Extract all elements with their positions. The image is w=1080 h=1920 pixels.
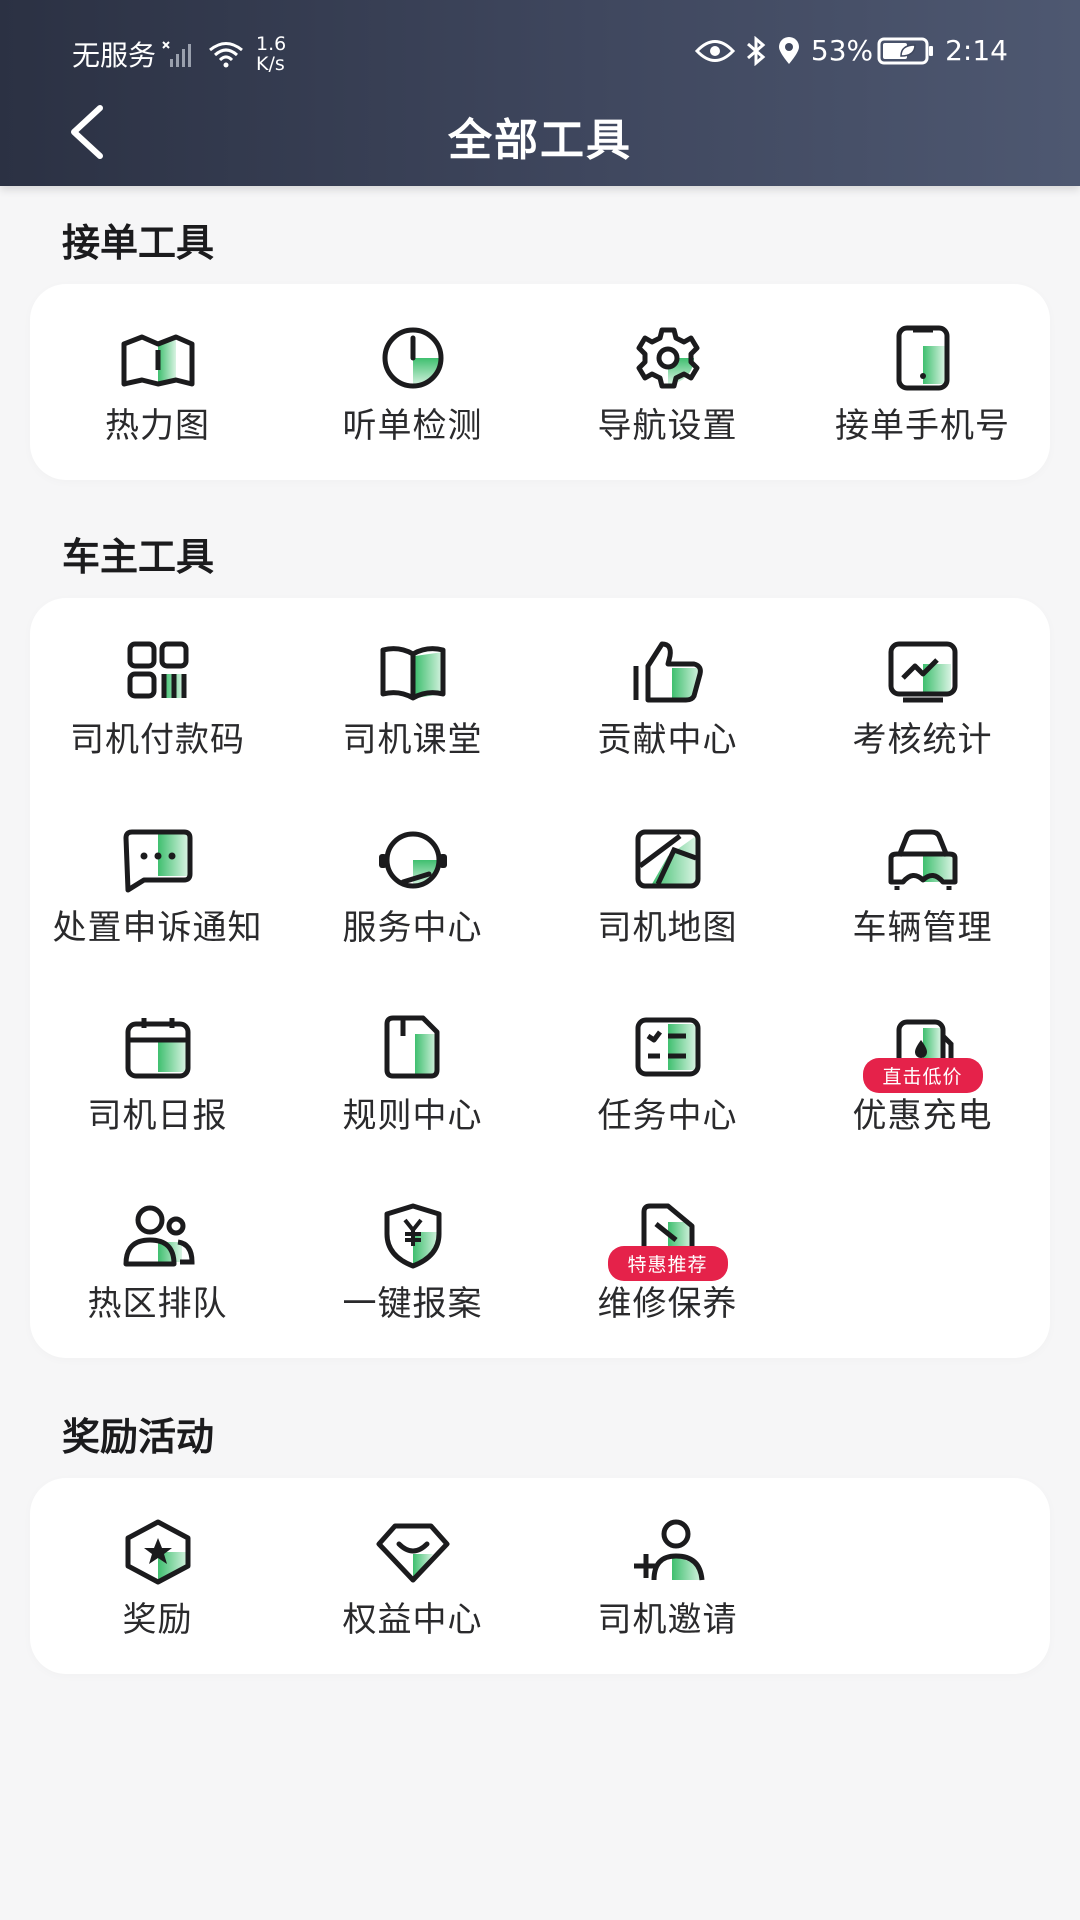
book-icon — [380, 646, 445, 701]
calendar-icon — [125, 1018, 190, 1079]
add-user-icon — [633, 1519, 704, 1581]
navigation-bar: 全部工具 — [0, 96, 1080, 176]
tool-label: 司机地图 — [597, 908, 738, 948]
tool-contribution[interactable]: 贡献中心 — [540, 598, 795, 786]
page-title: 全部工具 — [448, 115, 632, 166]
status-bar: 无服务 1.6 K/s 53% 2:14 — [0, 28, 1080, 78]
section-title-owner-tools: 车主工具 — [62, 535, 215, 579]
tool-hot-zone-queue[interactable]: 热区排队 — [30, 1162, 285, 1350]
tool-label: 权益中心 — [342, 1600, 483, 1640]
tool-rules-center[interactable]: 规则中心 — [285, 974, 540, 1162]
tool-driver-class[interactable]: 司机课堂 — [285, 598, 540, 786]
document-icon — [384, 1015, 439, 1079]
tool-label: 考核统计 — [852, 720, 993, 760]
tool-label: 热力图 — [105, 406, 210, 446]
car-icon — [888, 829, 957, 890]
battery-icon — [877, 37, 934, 64]
bluetooth-icon — [746, 35, 766, 66]
tool-assessment[interactable]: 考核统计 — [795, 598, 1050, 786]
tool-label: 接单手机号 — [835, 406, 1010, 446]
tool-label: 奖励 — [122, 1600, 193, 1640]
carrier-text: 无服务 — [72, 39, 157, 72]
tool-label: 热区排队 — [87, 1284, 228, 1324]
owner-tools-card: 司机付款码 司机课堂 贡献中心 考核统计 处置申诉通知 服务中心 司机地图 车辆… — [30, 598, 1050, 1358]
discount-badge: 直击低价 — [862, 1058, 983, 1093]
phone-icon — [896, 325, 949, 391]
tool-label: 导航设置 — [597, 406, 738, 446]
headset-icon — [378, 831, 447, 889]
tool-label: 司机付款码 — [70, 720, 245, 760]
diamond-icon — [376, 1523, 449, 1583]
order-detect-icon — [382, 327, 443, 389]
tool-service-center[interactable]: 服务中心 — [285, 786, 540, 974]
tool-appeal-notice[interactable]: 处置申诉通知 — [30, 786, 285, 974]
tool-driver-map[interactable]: 司机地图 — [540, 786, 795, 974]
tool-label: 一键报案 — [342, 1284, 483, 1324]
tool-driver-invite[interactable]: 司机邀请 — [540, 1478, 795, 1666]
users-icon — [123, 1205, 195, 1267]
tool-label: 车辆管理 — [852, 908, 993, 948]
section-title-rewards: 奖励活动 — [62, 1415, 215, 1459]
tool-label: 规则中心 — [342, 1096, 483, 1136]
wifi-icon — [209, 42, 243, 68]
tool-discount-charging[interactable]: 直击低价 优惠充电 — [795, 974, 1050, 1162]
rewards-card: 奖励 权益中心 司机邀请 — [30, 1478, 1050, 1674]
map-icon — [635, 829, 700, 889]
clock-time: 2:14 — [945, 34, 1008, 67]
tool-daily-report[interactable]: 司机日报 — [30, 974, 285, 1162]
tool-label: 听单检测 — [342, 406, 483, 446]
reward-star-icon — [125, 1519, 190, 1585]
tool-one-click-report[interactable]: 一键报案 — [285, 1162, 540, 1350]
tool-label: 服务中心 — [342, 908, 483, 948]
task-list-icon — [635, 1017, 700, 1077]
chart-icon — [888, 641, 957, 703]
tool-label: 处置申诉通知 — [52, 908, 263, 948]
tool-label: 任务中心 — [597, 1096, 738, 1136]
tool-order-phone[interactable]: 接单手机号 — [795, 284, 1050, 472]
gear-icon — [636, 327, 699, 389]
yen-shield-icon — [384, 1203, 441, 1269]
tool-order-detect[interactable]: 听单检测 — [285, 284, 540, 472]
speed-value: 1.6 — [256, 33, 287, 55]
heatmap-icon — [121, 334, 194, 387]
tool-reward[interactable]: 奖励 — [30, 1478, 285, 1666]
tool-benefits-center[interactable]: 权益中心 — [285, 1478, 540, 1666]
tool-nav-settings[interactable]: 导航设置 — [540, 284, 795, 472]
order-tools-card: 热力图 听单检测 导航设置 接单手机号 — [30, 284, 1050, 480]
tool-heatmap[interactable]: 热力图 — [30, 284, 285, 472]
tool-label: 司机日报 — [87, 1096, 228, 1136]
network-speed: 1.6 K/s — [256, 34, 286, 74]
section-title-order-tools: 接单工具 — [62, 221, 215, 265]
tool-label: 维修保养 — [597, 1284, 738, 1324]
header: 无服务 1.6 K/s 53% 2:14 全部工具 — [0, 0, 1080, 186]
no-signal-icon — [162, 41, 192, 67]
tool-label: 优惠充电 — [852, 1096, 993, 1136]
battery-percent: 53% — [810, 34, 874, 67]
location-icon — [778, 36, 799, 64]
tool-vehicle-manage[interactable]: 车辆管理 — [795, 786, 1050, 974]
special-offer-badge: 特惠推荐 — [607, 1246, 728, 1281]
tool-task-center[interactable]: 任务中心 — [540, 974, 795, 1162]
tool-maintenance[interactable]: 特惠推荐 维修保养 — [540, 1162, 795, 1350]
message-icon — [123, 829, 192, 893]
tool-label: 司机课堂 — [342, 720, 483, 760]
payment-code-icon — [127, 641, 188, 699]
eye-icon — [694, 39, 735, 62]
tool-payment-code[interactable]: 司机付款码 — [30, 598, 285, 786]
tool-label: 贡献中心 — [597, 720, 738, 760]
tool-label: 司机邀请 — [597, 1600, 738, 1640]
thumbs-up-icon — [633, 641, 703, 703]
speed-unit: K/s — [256, 53, 285, 75]
